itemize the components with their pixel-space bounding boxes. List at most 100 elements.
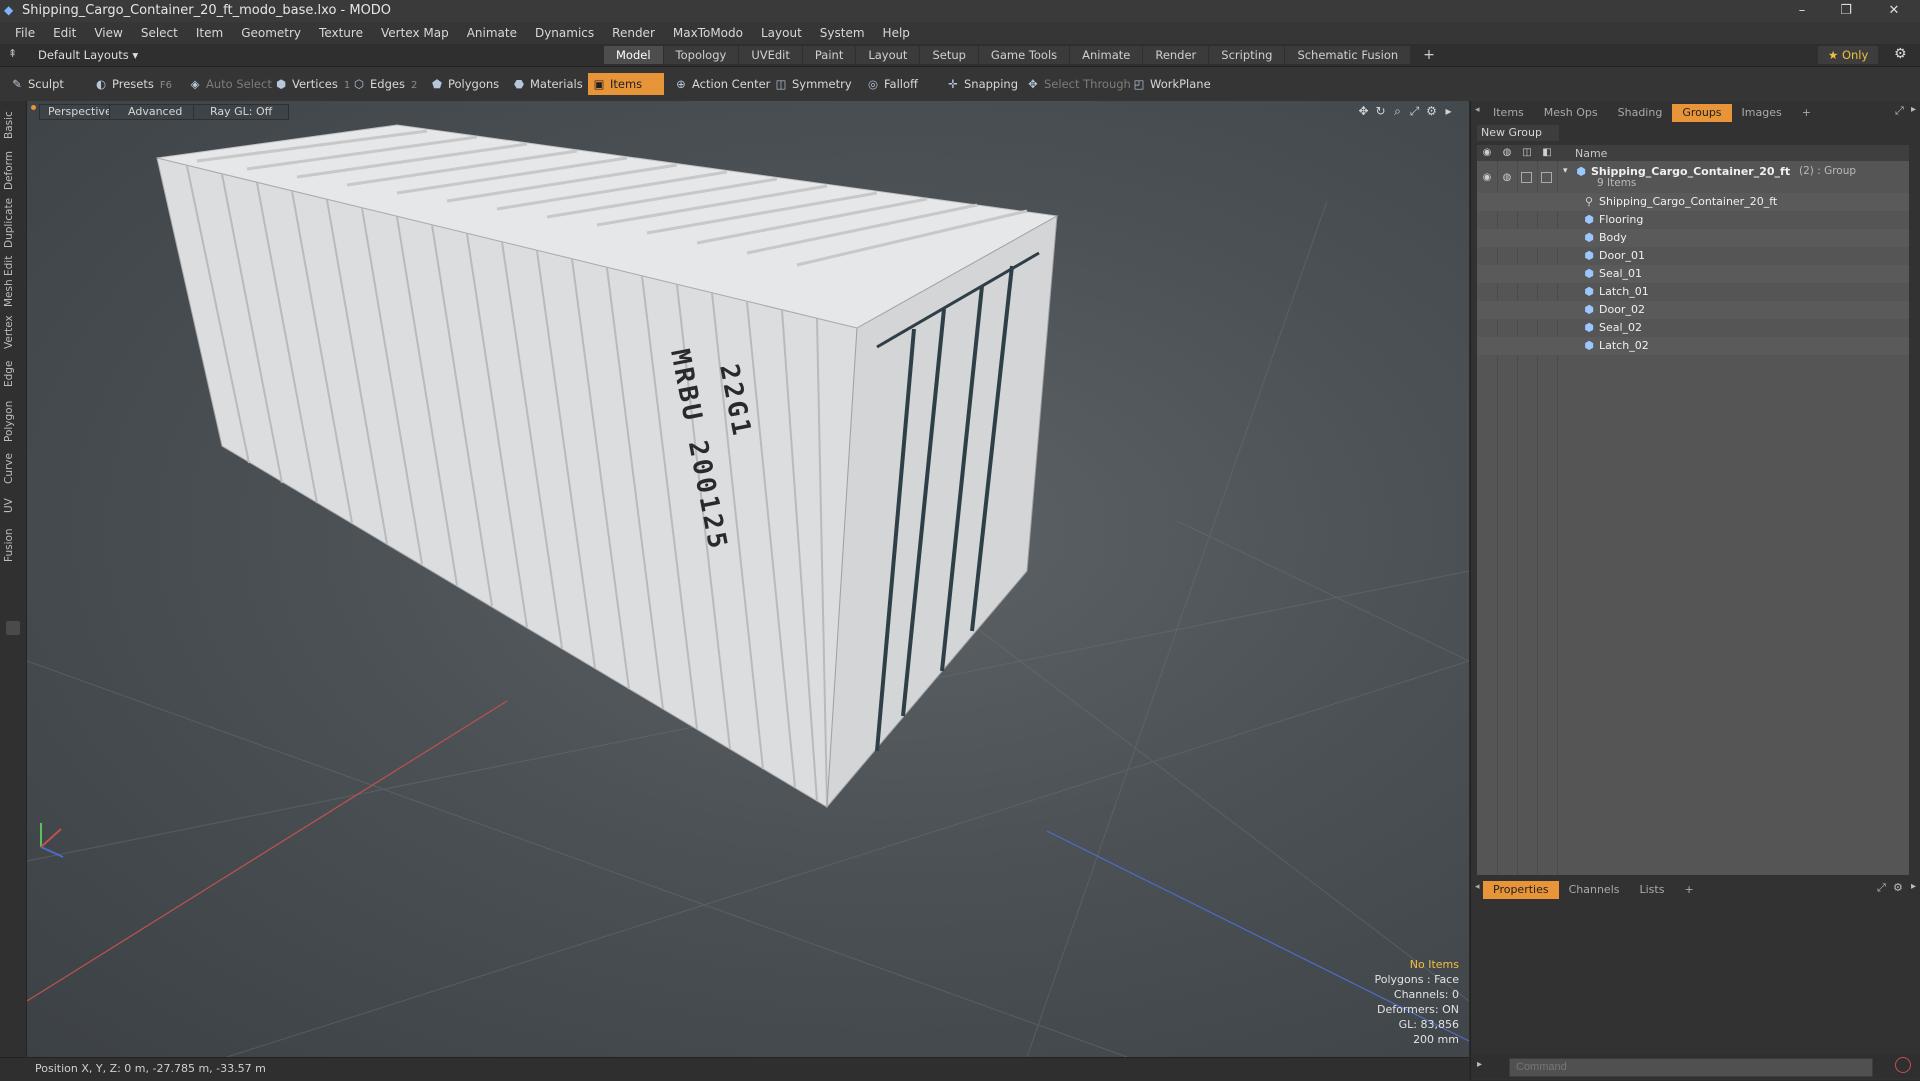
menu-maxtomodo[interactable]: MaxToModo xyxy=(664,22,752,44)
3d-viewport[interactable]: MRBU 200125 22G1 Perspective Advanced Ra… xyxy=(27,101,1469,1057)
select-checkbox[interactable] xyxy=(1541,172,1552,183)
collapse-arrow-icon[interactable]: ▾ xyxy=(1563,166,1568,176)
pan-icon[interactable]: ✥ xyxy=(1355,104,1372,119)
lock-checkbox[interactable] xyxy=(1521,172,1532,183)
tab-edge[interactable]: Edge xyxy=(3,357,23,391)
tab-fusion[interactable]: Fusion xyxy=(3,525,23,565)
tab-polygon[interactable]: Polygon xyxy=(3,397,23,445)
tab-layout[interactable]: Layout xyxy=(856,46,920,64)
list-item[interactable]: ⬢ Body xyxy=(1477,229,1909,247)
tab-uvedit[interactable]: UVEdit xyxy=(739,46,802,64)
symmetry-button[interactable]: ◫ Symmetry xyxy=(770,73,858,95)
edges-button[interactable]: ⬡ Edges 2 xyxy=(348,73,423,95)
menu-select[interactable]: Select xyxy=(132,22,187,44)
group-row[interactable]: ◉ ◍ ▾ ⬢ Shipping_Cargo_Container_20_ft (… xyxy=(1477,163,1909,193)
tab-mesh-edit[interactable]: Mesh Edit xyxy=(3,255,23,307)
tab-animate[interactable]: Animate xyxy=(1070,46,1143,64)
rotate-icon[interactable]: ↻ xyxy=(1372,104,1389,119)
render-icon[interactable]: ◍ xyxy=(1501,172,1513,184)
items-button[interactable]: ▣ Items xyxy=(588,73,664,95)
tab-channels[interactable]: Channels xyxy=(1559,881,1630,899)
tab-render[interactable]: Render xyxy=(1143,46,1209,64)
menu-vertex-map[interactable]: Vertex Map xyxy=(372,22,458,44)
minimize-button[interactable]: – xyxy=(1782,0,1822,22)
tab-model[interactable]: Model xyxy=(604,46,663,64)
tab-schematic-fusion[interactable]: Schematic Fusion xyxy=(1285,46,1411,64)
name-column-header[interactable]: Name xyxy=(1575,147,1607,160)
list-item[interactable]: ⚲ Shipping_Cargo_Container_20_ft xyxy=(1477,193,1909,211)
list-item[interactable]: ⬢ Door_01 xyxy=(1477,247,1909,265)
menu-dynamics[interactable]: Dynamics xyxy=(526,22,603,44)
tab-vertex[interactable]: Vertex xyxy=(3,313,23,351)
only-toggle[interactable]: ★ Only xyxy=(1818,46,1879,64)
snapping-button[interactable]: ✛ Snapping xyxy=(942,73,1024,95)
add-panel-tab-button[interactable]: + xyxy=(1792,104,1821,122)
tab-scripting[interactable]: Scripting xyxy=(1209,46,1285,64)
fit-icon[interactable]: ⤢ xyxy=(1406,104,1423,119)
advanced-dropdown[interactable]: Advanced xyxy=(109,104,202,120)
lock-column-icon[interactable]: ◫ xyxy=(1521,147,1533,159)
menu-layout[interactable]: Layout xyxy=(752,22,811,44)
render-column-icon[interactable]: ◍ xyxy=(1501,147,1513,159)
sculpt-button[interactable]: ✎ Sculpt xyxy=(6,73,96,95)
viewport-settings-icon[interactable]: ⚙ xyxy=(1423,104,1440,119)
zoom-icon[interactable]: ⌕ xyxy=(1389,104,1406,119)
panel-menu-icon[interactable]: ◂ xyxy=(1475,105,1480,115)
properties-settings-icon[interactable]: ⚙ xyxy=(1893,881,1903,894)
list-item[interactable]: ⬢ Latch_01 xyxy=(1477,283,1909,301)
menu-animate[interactable]: Animate xyxy=(458,22,526,44)
tab-properties[interactable]: Properties xyxy=(1483,881,1559,899)
presets-button[interactable]: ◐ Presets F6 xyxy=(90,73,178,95)
menu-render[interactable]: Render xyxy=(603,22,664,44)
tab-paint[interactable]: Paint xyxy=(802,46,856,64)
menu-help[interactable]: Help xyxy=(874,22,919,44)
layout-menu-icon[interactable]: ⇞ xyxy=(8,47,17,60)
materials-button[interactable]: ⬣ Materials xyxy=(508,73,589,95)
tab-shading[interactable]: Shading xyxy=(1608,104,1673,122)
menu-texture[interactable]: Texture xyxy=(310,22,372,44)
command-input[interactable] xyxy=(1509,1058,1873,1077)
select-column-icon[interactable]: ◧ xyxy=(1541,147,1553,159)
menu-geometry[interactable]: Geometry xyxy=(232,22,310,44)
visibility-column-icon[interactable]: ◉ xyxy=(1481,147,1493,159)
panel-arrow-icon[interactable]: ▸ xyxy=(1911,104,1916,115)
add-panel-tab-button[interactable]: + xyxy=(1674,881,1703,899)
auto-select-button[interactable]: ◈ Auto Select xyxy=(184,73,278,95)
panel-arrow-icon[interactable]: ▸ xyxy=(1911,881,1916,892)
tab-duplicate[interactable]: Duplicate xyxy=(3,197,23,249)
maximize-icon[interactable]: ⤢ xyxy=(1895,104,1904,118)
maximize-icon[interactable]: ⤢ xyxy=(1877,881,1886,895)
menu-item[interactable]: Item xyxy=(187,22,232,44)
default-layouts-dropdown[interactable]: Default Layouts ▾ xyxy=(38,48,138,62)
workplane-button[interactable]: ◰ WorkPlane xyxy=(1128,73,1217,95)
list-item[interactable]: ⬢ Latch_02 xyxy=(1477,337,1909,355)
command-history-icon[interactable]: ▸ xyxy=(1477,1059,1482,1070)
menu-system[interactable]: System xyxy=(811,22,874,44)
tab-lists[interactable]: Lists xyxy=(1630,881,1675,899)
action-center-button[interactable]: ⊕ Action Center xyxy=(670,73,776,95)
list-item[interactable]: ⬢ Seal_01 xyxy=(1477,265,1909,283)
tab-setup[interactable]: Setup xyxy=(920,46,978,64)
falloff-button[interactable]: ◎ Falloff xyxy=(862,73,924,95)
tab-groups[interactable]: Groups xyxy=(1672,104,1732,122)
tab-images[interactable]: Images xyxy=(1732,104,1792,122)
list-item[interactable]: ⬢ Flooring xyxy=(1477,211,1909,229)
menu-view[interactable]: View xyxy=(85,22,131,44)
polygons-button[interactable]: ⬟ Polygons xyxy=(426,73,505,95)
close-button[interactable]: ✕ xyxy=(1874,0,1914,22)
command-status-icon[interactable] xyxy=(1895,1057,1911,1073)
eye-icon[interactable]: ◉ xyxy=(1481,172,1493,184)
tab-game-tools[interactable]: Game Tools xyxy=(978,46,1070,64)
tab-uv[interactable]: UV xyxy=(3,493,23,519)
tab-deform[interactable]: Deform xyxy=(3,149,23,191)
viewport-expand-icon[interactable]: ▸ xyxy=(1440,104,1457,119)
restore-button[interactable]: ❐ xyxy=(1826,0,1866,22)
tab-mesh-ops[interactable]: Mesh Ops xyxy=(1534,104,1608,122)
tab-items[interactable]: Items xyxy=(1483,104,1534,122)
menu-edit[interactable]: Edit xyxy=(44,22,85,44)
list-item[interactable]: ⬢ Seal_02 xyxy=(1477,319,1909,337)
select-through-button[interactable]: ✥ Select Through xyxy=(1022,73,1137,95)
tab-curve[interactable]: Curve xyxy=(3,451,23,487)
vertices-button[interactable]: ⬢ Vertices 1 xyxy=(270,73,356,95)
tab-topology[interactable]: Topology xyxy=(663,46,739,64)
